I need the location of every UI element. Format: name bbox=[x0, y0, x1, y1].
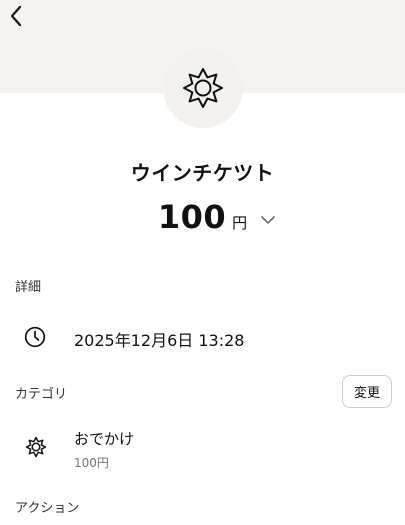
item-title: ウインチケツト bbox=[130, 161, 275, 185]
amount-unit: 円 bbox=[232, 214, 248, 232]
amount-display: 100 円 bbox=[0, 198, 405, 236]
amount-expand-toggle[interactable] bbox=[258, 212, 278, 228]
change-category-button[interactable]: 変更 bbox=[342, 375, 392, 408]
chevron-down-icon bbox=[261, 216, 275, 224]
back-button[interactable] bbox=[4, 4, 28, 28]
clock-icon bbox=[24, 326, 46, 348]
category-amount: 100円 bbox=[74, 456, 109, 470]
details-section-label: 詳細 bbox=[15, 280, 42, 295]
sun-icon bbox=[183, 68, 223, 108]
category-section-label: カテゴリ bbox=[15, 387, 68, 402]
category-name: おでかけ bbox=[74, 430, 135, 448]
sun-icon bbox=[25, 436, 47, 458]
amount-value: 100 bbox=[157, 198, 227, 236]
chevron-left-icon bbox=[10, 5, 22, 27]
transaction-datetime[interactable]: 2025年12月6日 13:28 bbox=[74, 327, 244, 351]
actions-section-label: アクション bbox=[15, 501, 80, 516]
category-avatar bbox=[160, 45, 246, 131]
